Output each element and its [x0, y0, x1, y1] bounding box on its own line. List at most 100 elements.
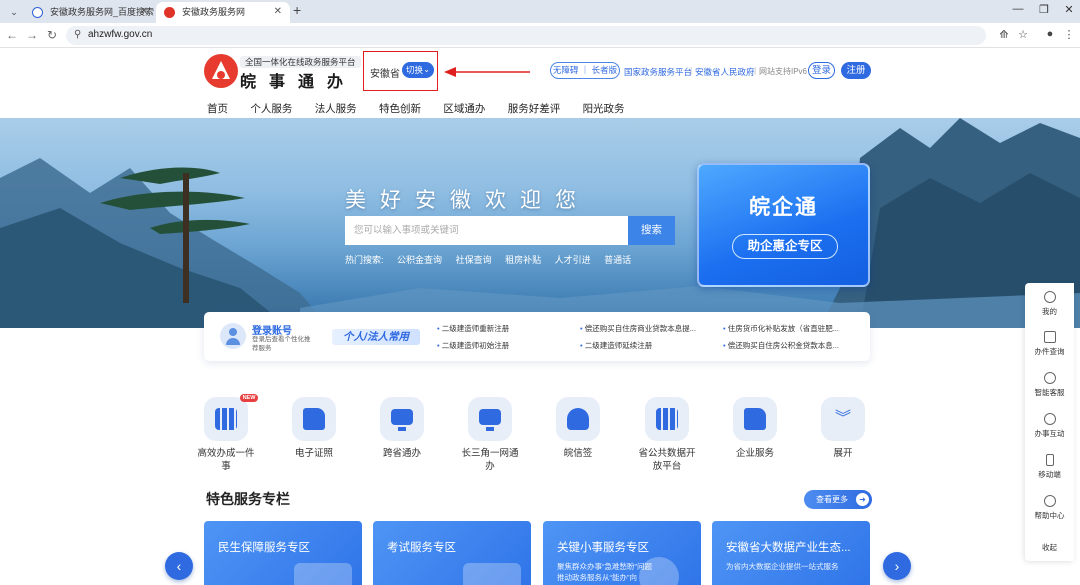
featured-card-exam[interactable]: 考试服务专区 — [373, 521, 531, 585]
maximize-icon[interactable]: ❐ — [1037, 3, 1051, 16]
carousel-prev-button[interactable]: ‹ — [165, 552, 193, 580]
wanqitong-promo-card[interactable]: 皖企通 助企惠企专区 — [697, 163, 870, 287]
view-more-button[interactable]: 查看更多 ➜ — [804, 490, 872, 509]
featured-card-bigdata[interactable]: 安徽省大数据产业生态... 为省内大数据企业提供一站式服务 — [712, 521, 870, 585]
hot-search-item[interactable]: 租房补贴 — [505, 255, 541, 265]
featured-card-livelihood[interactable]: 民生保障服务专区 — [204, 521, 362, 585]
featured-card-key-matters[interactable]: 关键小事服务专区 聚焦群众办事“急难愁盼”问题 推动政务服务从“能办”向 — [543, 521, 701, 585]
featured-section-title: 特色服务专栏 — [206, 491, 290, 507]
card-subtitle: 聚焦群众办事“急难愁盼”问题 推动政务服务从“能办”向 — [557, 562, 652, 582]
baidu-favicon-icon — [32, 7, 43, 18]
close-tab-icon[interactable]: ✕ — [140, 2, 148, 22]
service-label: 省公共数据开放平台 — [638, 448, 696, 472]
sidebar-item-help[interactable]: 帮助中心 — [1025, 495, 1074, 521]
service-label: 跨省通办 — [382, 448, 421, 459]
user-seal-icon — [556, 397, 600, 441]
region-highlight-box: 安徽省 切换 ⌄ — [363, 51, 438, 91]
login-button[interactable]: 登录 — [808, 62, 835, 79]
site-logo-icon[interactable] — [204, 54, 238, 88]
service-label: 电子证照 — [294, 448, 333, 459]
red-arrow-annotation — [444, 67, 530, 77]
tab-title: 安徽政务服务网 — [182, 7, 246, 17]
hot-search-item[interactable]: 社保查询 — [456, 255, 492, 265]
register-button[interactable]: 注册 — [841, 62, 871, 79]
back-icon[interactable]: ← — [5, 28, 19, 42]
region-switch-button[interactable]: 切换 ⌄ — [402, 62, 434, 78]
hot-search-item[interactable]: 公积金查询 — [397, 255, 442, 265]
sidebar-item-mobile[interactable]: 移动端 — [1025, 454, 1074, 480]
quick-service-link[interactable]: 偿还购买自住房公积金贷款本息... — [723, 340, 839, 351]
help-question-icon — [1043, 495, 1056, 507]
service-yangtze-delta[interactable]: 长三角一网通办 — [460, 397, 520, 473]
sidebar-collapse-button[interactable]: 收起 — [1025, 539, 1074, 553]
promo-zone-button[interactable]: 助企惠企专区 — [732, 234, 838, 259]
forward-icon[interactable]: → — [25, 28, 39, 42]
nav-home[interactable]: 首页 — [207, 101, 228, 116]
address-bar[interactable]: ⚲ ahzwfw.gov.cn — [66, 26, 986, 45]
frequent-services-badge: 个人/法人常用 — [332, 329, 420, 345]
ipv6-text: 网站支持IPv6 — [759, 67, 808, 76]
close-tab-icon[interactable]: ✕ — [274, 2, 282, 22]
menu-dots-icon[interactable]: ⋮ — [1062, 28, 1076, 41]
search-button[interactable]: 搜索 — [628, 216, 675, 245]
card-illustration — [294, 563, 352, 585]
new-tab-icon[interactable]: + — [293, 2, 301, 18]
hot-search-item[interactable]: 普通话 — [604, 255, 631, 265]
browser-tab-baidu[interactable]: 安徽政务服务网_百度搜索 ✕ — [24, 2, 156, 23]
hot-search-item[interactable]: 人才引进 — [555, 255, 591, 265]
province-gov-link[interactable]: 安徽省人民政府 — [695, 66, 755, 78]
sidebar-item-interaction[interactable]: 办事互动 — [1025, 413, 1074, 439]
carousel-next-button[interactable]: › — [883, 552, 911, 580]
accessibility-elder-toggle[interactable]: 无障碍 ｜ 长者版 — [550, 62, 620, 79]
quick-service-link[interactable]: 偿还购买自住房商业贷款本息提... — [580, 323, 696, 334]
promo-title: 皖企通 — [749, 196, 818, 219]
service-wanxinqian[interactable]: 皖信签 — [548, 397, 608, 460]
logo-name[interactable]: 皖事通办 — [240, 68, 356, 92]
service-enterprise[interactable]: 企业服务 — [725, 397, 785, 460]
search-input[interactable] — [345, 216, 628, 245]
site-info-icon[interactable]: ⚲ — [74, 29, 81, 40]
sidebar-item-smart-service[interactable]: 智能客服 — [1025, 372, 1074, 398]
main-nav: 首页 个人服务 法人服务 特色创新 区域通办 服务好差评 阳光政务 — [207, 101, 644, 116]
nav-personal[interactable]: 个人服务 — [250, 101, 292, 116]
quick-service-link[interactable]: 住房货币化补贴发放（省直驻肥... — [723, 323, 839, 334]
nav-featured[interactable]: 特色创新 — [379, 101, 421, 116]
service-one-thing[interactable]: NEW 高效办成一件事 — [196, 394, 258, 473]
minimize-icon[interactable]: — — [1011, 3, 1025, 15]
nav-corporate[interactable]: 法人服务 — [315, 101, 357, 116]
service-open-data[interactable]: 省公共数据开放平台 — [637, 397, 697, 473]
quick-service-link[interactable]: 二级建造师初始注册 — [437, 340, 510, 351]
apps-grid-icon: NEW — [204, 394, 258, 441]
browser-tab-ahzwfw[interactable]: 安徽政务服务网 ✕ — [156, 2, 290, 23]
card-illustration — [639, 557, 679, 585]
national-platform-link[interactable]: 国家政务服务平台 — [624, 66, 692, 78]
nav-evaluation[interactable]: 服务好差评 — [508, 101, 561, 116]
interaction-icon — [1043, 413, 1056, 425]
sidebar-item-mine[interactable]: 我的 — [1025, 291, 1074, 317]
service-cross-province[interactable]: 跨省通办 — [372, 397, 432, 460]
quick-service-link[interactable]: 二级建造师延续注册 — [580, 340, 653, 351]
translate-icon[interactable]: ⟰ — [997, 28, 1011, 41]
avatar-icon[interactable] — [220, 323, 246, 349]
nav-sunshine[interactable]: 阳光政务 — [583, 101, 625, 116]
monitor-icon — [468, 397, 512, 441]
tab-search-icon[interactable]: ⌄ — [6, 4, 22, 20]
user-icon — [1043, 291, 1056, 303]
nav-regional[interactable]: 区域通办 — [443, 101, 485, 116]
service-expand[interactable]: ︾ 展开 — [813, 397, 873, 460]
bookmark-star-icon[interactable]: ☆ — [1016, 28, 1030, 41]
close-window-icon[interactable]: ✕ — [1062, 3, 1076, 16]
reload-icon[interactable]: ↻ — [45, 28, 59, 42]
login-hint: 登录后查看个性化推荐服务 — [252, 336, 311, 352]
mobile-phone-icon — [1045, 454, 1054, 466]
service-label: 展开 — [833, 448, 853, 459]
arrow-right-icon: ➜ — [856, 493, 869, 506]
quick-service-link[interactable]: 二级建造师重新注册 — [437, 323, 510, 334]
profile-icon[interactable]: ● — [1043, 28, 1057, 40]
service-e-license[interactable]: 电子证照 — [284, 397, 344, 460]
document-icon — [292, 397, 336, 441]
data-columns-icon — [645, 397, 689, 441]
sidebar-item-case-query[interactable]: 办件查询 — [1025, 331, 1074, 357]
view-more-label: 查看更多 — [816, 495, 848, 504]
service-label: 皖信签 — [563, 448, 593, 459]
